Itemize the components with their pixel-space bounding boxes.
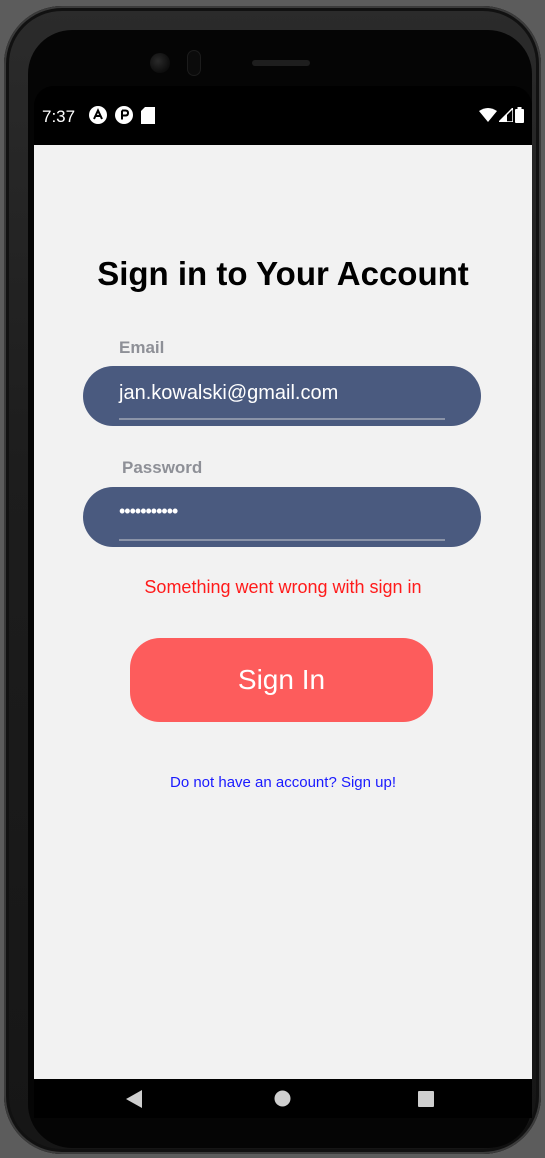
- sd-card-icon: [141, 106, 155, 124]
- recents-square-icon[interactable]: [418, 1091, 434, 1107]
- email-field[interactable]: jan.kowalski@gmail.com: [83, 366, 481, 426]
- front-camera-icon: [150, 53, 170, 73]
- autofill-a-icon: [89, 106, 107, 124]
- sign-in-screen: Sign in to Your Account Email jan.kowals…: [34, 145, 532, 1079]
- page-title: Sign in to Your Account: [97, 255, 469, 292]
- password-label: Password: [122, 458, 203, 477]
- phone-frame: 7:37 Sign in to Your Account Email jan.k…: [4, 6, 541, 1154]
- email-value: jan.kowalski@gmail.com: [119, 382, 339, 404]
- emulator-stage: 7:37 Sign in to Your Account Email jan.k…: [0, 0, 545, 1158]
- status-time: 7:37: [42, 107, 76, 126]
- proximity-sensor-icon: [187, 50, 201, 76]
- status-system-icons: [479, 107, 524, 123]
- email-label: Email: [119, 338, 165, 357]
- navigation-bar: [34, 1079, 532, 1118]
- status-bar: 7:37: [34, 86, 532, 145]
- password-underline: [119, 539, 445, 541]
- password-value: •••••••••••: [119, 501, 178, 521]
- battery-icon: [515, 107, 524, 123]
- status-notification-icons: [89, 106, 155, 124]
- home-circle-icon[interactable]: [274, 1090, 291, 1107]
- earpiece-speaker-icon: [252, 60, 310, 66]
- error-message: Something went wrong with sign in: [144, 577, 422, 597]
- sign-up-link[interactable]: Do not have an account? Sign up!: [34, 774, 532, 791]
- wifi-icon: [479, 108, 497, 122]
- sign-in-button[interactable]: Sign In: [130, 638, 433, 722]
- back-triangle-icon[interactable]: [126, 1090, 142, 1108]
- signal-icon: [499, 108, 513, 122]
- email-underline: [119, 418, 445, 420]
- play-protect-icon: [115, 106, 133, 124]
- device-screen: 7:37 Sign in to Your Account Email jan.k…: [34, 86, 532, 1118]
- password-field[interactable]: •••••••••••: [83, 487, 481, 547]
